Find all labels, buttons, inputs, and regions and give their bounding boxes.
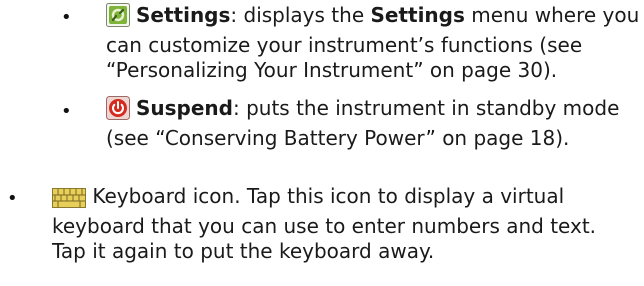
suspend-term: Suspend	[136, 96, 233, 120]
bullet: •	[61, 7, 72, 28]
settings-icon	[106, 3, 130, 33]
keyboard-description: Keyboard icon. Tap this icon to display …	[52, 184, 596, 264]
suspend-line-1: Suspend: puts the instrument in standby …	[106, 96, 619, 126]
settings-description: Settings: displays the Settings menu whe…	[106, 3, 639, 83]
suspend-text: : puts the instrument in standby mode	[232, 96, 620, 120]
bullet: •	[61, 101, 72, 122]
settings-text-b: menu where you	[464, 3, 640, 27]
settings-line-1: Settings: displays the Settings menu whe…	[106, 3, 639, 33]
manual-page: { "items": [ { "icon": "settings-icon", …	[0, 0, 644, 286]
settings-term: Settings	[136, 3, 231, 27]
settings-menu-name: Settings	[370, 3, 465, 27]
keyboard-line-1: Keyboard icon. Tap this icon to display …	[52, 184, 596, 214]
bullet: •	[7, 188, 18, 209]
keyboard-line-2: keyboard that you can use to enter numbe…	[52, 214, 597, 238]
suspend-description: Suspend: puts the instrument in standby …	[106, 96, 619, 151]
keyboard-line-3: Tap it again to put the keyboard away.	[52, 239, 435, 263]
suspend-line-2: (see “Conserving Battery Power” on page …	[106, 126, 570, 150]
settings-line-3: “Personalizing Your Instrument” on page …	[106, 58, 558, 82]
keyboard-icon	[52, 188, 86, 214]
power-icon	[106, 96, 130, 126]
keyboard-text: Keyboard icon. Tap this icon to display …	[86, 184, 565, 208]
settings-text-a: : displays the	[230, 3, 371, 27]
settings-line-2: can customize your instrument’s function…	[106, 33, 583, 57]
